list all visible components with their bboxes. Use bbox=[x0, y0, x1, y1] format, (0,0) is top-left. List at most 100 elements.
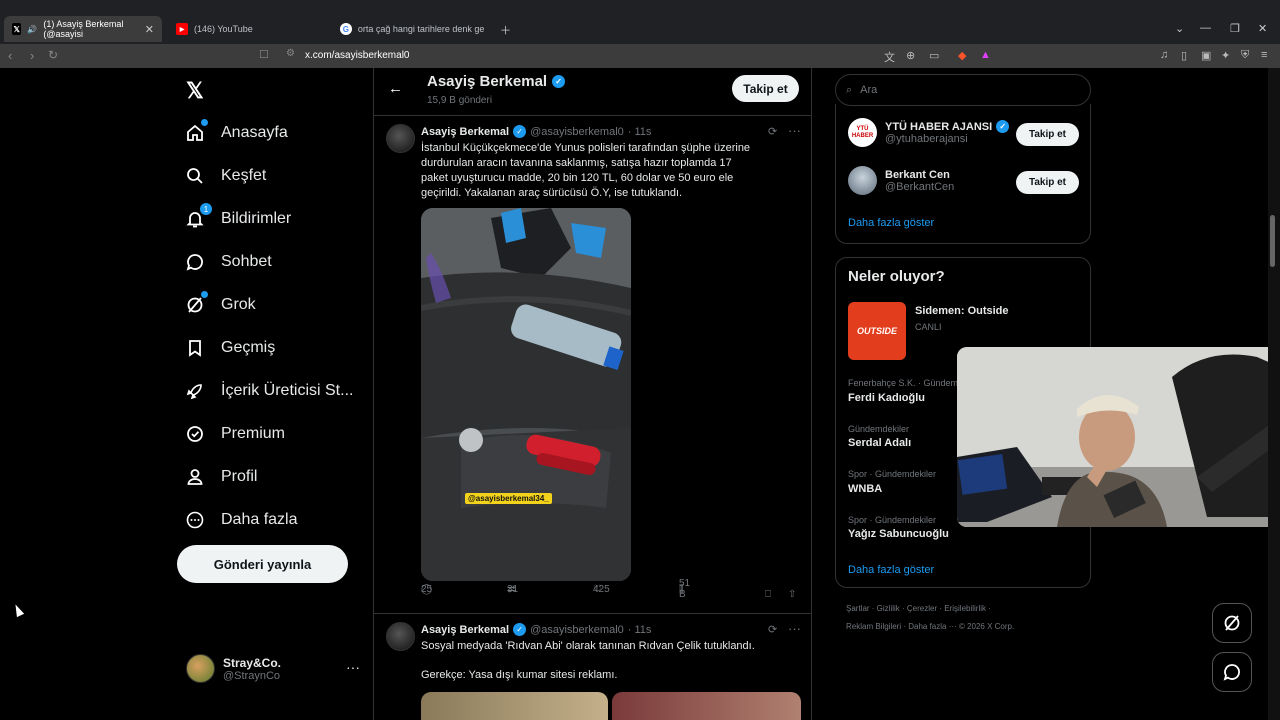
more-icon[interactable]: ··· bbox=[788, 123, 801, 138]
forward-icon[interactable]: › bbox=[30, 48, 34, 63]
grok-fab[interactable] bbox=[1212, 603, 1252, 643]
search-input[interactable]: ⌕ Ara bbox=[835, 74, 1091, 106]
nav-more[interactable]: Daha fazla bbox=[184, 509, 298, 531]
tweet-handle[interactable]: @asayisberkemal0 bbox=[530, 624, 624, 636]
home-icon bbox=[184, 119, 208, 144]
tab-google[interactable]: G orta çağ hangi tarihlere denk geliyor bbox=[332, 16, 492, 42]
footer-link[interactable]: Daha fazla ··· bbox=[908, 622, 956, 631]
tweet-time[interactable]: · 11s bbox=[628, 624, 652, 636]
trend-name[interactable]: Serdal Adalı bbox=[848, 437, 911, 449]
avatar bbox=[848, 166, 877, 195]
avatar[interactable] bbox=[386, 622, 415, 651]
wallet-icon[interactable]: ▣ bbox=[1201, 49, 1211, 62]
nav-explore[interactable]: Keşfet bbox=[184, 165, 266, 187]
translate-icon[interactable]: 文 bbox=[884, 49, 895, 65]
account-name: YTÜ HABER AJANSI bbox=[885, 120, 993, 133]
show-more-link[interactable]: Daha fazla göster bbox=[848, 217, 934, 229]
x-logo-icon[interactable]: 𝕏 bbox=[186, 78, 204, 104]
tweet-video[interactable]: @asayisberkemal34_ bbox=[421, 208, 631, 581]
live-thumbnail[interactable]: OUTSIDE bbox=[848, 302, 906, 360]
tweet-image[interactable] bbox=[612, 692, 801, 720]
trend-name[interactable]: Yağız Sabuncuoğlu bbox=[848, 528, 949, 540]
who-to-follow: YTÜ HABER YTÜ HABER AJANSI ✓ @ytuhaberajan… bbox=[835, 104, 1091, 244]
maximize-icon[interactable]: ❐ bbox=[1230, 22, 1240, 35]
nav-label: Daha fazla bbox=[221, 511, 298, 528]
close-window-icon[interactable]: ✕ bbox=[1258, 22, 1267, 35]
footer-link[interactable]: Reklam Bilgileri bbox=[846, 622, 901, 631]
follow-button[interactable]: Takip et bbox=[732, 75, 799, 102]
chat-icon bbox=[184, 251, 206, 273]
brave-shield-icon[interactable]: ◆ bbox=[958, 49, 966, 62]
like-count: 425 bbox=[593, 583, 610, 595]
share-icon[interactable]: ⇧ bbox=[788, 589, 796, 600]
tab-list-icon[interactable]: ⌄ bbox=[1175, 22, 1184, 35]
tweet-handle[interactable]: @asayisberkemal0 bbox=[530, 126, 624, 138]
nav-premium[interactable]: Premium bbox=[184, 423, 285, 445]
tweet-author[interactable]: Asayiş Berkemal bbox=[421, 126, 509, 138]
tweet[interactable]: Asayiş Berkemal ✓ @asayisberkemal0 · 11s… bbox=[374, 116, 811, 613]
more-icon[interactable]: ··· bbox=[788, 621, 801, 636]
site-info-icon[interactable]: ⚙ bbox=[286, 48, 295, 59]
follow-button[interactable]: Takip et bbox=[1016, 171, 1079, 194]
suggested-account[interactable]: Berkant Cen @BerkantCen bbox=[848, 166, 954, 195]
scrollbar[interactable] bbox=[1268, 68, 1280, 720]
footer-link[interactable]: Şartlar bbox=[846, 604, 870, 613]
grok-icon bbox=[1224, 615, 1240, 631]
audio-icon[interactable]: 🔊 bbox=[27, 25, 37, 34]
grok-icon[interactable]: ⟳ bbox=[768, 125, 777, 138]
trend-name[interactable]: WNBA bbox=[848, 483, 882, 495]
post-button[interactable]: Gönderi yayınla bbox=[177, 545, 348, 583]
footer-link[interactable]: Çerezler bbox=[907, 604, 937, 613]
more-icon[interactable]: ··· bbox=[346, 659, 360, 675]
leo-icon[interactable]: ✦ bbox=[1221, 49, 1230, 62]
nav-profile[interactable]: Profil bbox=[184, 466, 257, 488]
footer-link[interactable]: Erişilebilirlik bbox=[944, 604, 986, 613]
follow-button[interactable]: Takip et bbox=[1016, 123, 1079, 146]
account-switcher[interactable]: Stray&Co. @StraynCo ··· bbox=[186, 654, 360, 683]
zoom-icon[interactable]: ⊕ bbox=[906, 49, 915, 62]
nav-chat[interactable]: Sohbet bbox=[184, 251, 272, 273]
url-text[interactable]: x.com/asayisberkemal0 bbox=[305, 50, 409, 61]
tweet-image[interactable] bbox=[421, 692, 608, 720]
suggested-account[interactable]: YTÜ HABER YTÜ HABER AJANSI ✓ @ytuhaberajan… bbox=[848, 118, 1010, 147]
grok-icon[interactable]: ⟳ bbox=[768, 623, 777, 636]
tweet-header: Asayiş Berkemal ✓ @asayisberkemal0 · 11s bbox=[421, 125, 651, 138]
nav-creator-studio[interactable]: İçerik Üreticisi St... bbox=[184, 380, 353, 402]
tab-asayis[interactable]: 𝕏 🔊 (1) Asayiş Berkemal (@asayisi ✕ bbox=[4, 16, 162, 42]
sidebar-icon[interactable]: ▯ bbox=[1181, 49, 1187, 62]
messages-fab[interactable] bbox=[1212, 652, 1252, 692]
bookmark-icon[interactable]: ☐ bbox=[259, 48, 269, 61]
trend-name[interactable]: Ferdi Kadıoğlu bbox=[848, 392, 925, 404]
back-icon[interactable]: ‹ bbox=[8, 48, 12, 63]
minimize-icon[interactable]: — bbox=[1200, 22, 1211, 34]
reload-icon[interactable]: ↻ bbox=[48, 48, 58, 62]
cast-icon[interactable]: ▭ bbox=[929, 49, 939, 62]
vpn-icon[interactable]: ⛨ bbox=[1241, 49, 1249, 62]
bookmark-button[interactable]: ⎕ bbox=[765, 589, 771, 600]
new-tab-icon[interactable]: ＋ bbox=[500, 22, 511, 38]
menu-icon[interactable]: ≡ bbox=[1261, 49, 1267, 61]
close-tab-icon[interactable]: ✕ bbox=[145, 23, 154, 36]
tweet-time[interactable]: · 11s bbox=[628, 126, 652, 138]
webcam-frame bbox=[957, 347, 1280, 527]
nav-label: Sohbet bbox=[221, 253, 272, 270]
avatar[interactable] bbox=[386, 124, 415, 153]
verified-icon: ✓ bbox=[513, 125, 527, 138]
footer-link[interactable]: Gizlilik bbox=[877, 604, 900, 613]
tweet-author[interactable]: Asayiş Berkemal bbox=[421, 624, 509, 636]
google-favicon-icon: G bbox=[340, 23, 352, 35]
show-more-link[interactable]: Daha fazla göster bbox=[848, 564, 934, 576]
music-icon[interactable]: ♫ bbox=[1160, 49, 1168, 61]
scrollbar-thumb[interactable] bbox=[1270, 215, 1275, 267]
rewards-icon[interactable]: ▲ bbox=[980, 49, 991, 61]
nav-label: Geçmiş bbox=[221, 339, 276, 356]
live-title[interactable]: Sidemen: Outside bbox=[915, 305, 1009, 317]
tweet[interactable]: Asayiş Berkemal ✓ @asayisberkemal0 · 11s… bbox=[374, 614, 811, 720]
nav-grok[interactable]: Grok bbox=[184, 291, 256, 316]
search-icon: ⌕ bbox=[846, 83, 853, 96]
tab-youtube[interactable]: ▶ (146) YouTube bbox=[168, 16, 328, 42]
back-arrow-icon[interactable]: ← bbox=[388, 80, 403, 97]
nav-notifications[interactable]: 1 Bildirimler bbox=[184, 203, 291, 230]
nav-bookmarks[interactable]: Geçmiş bbox=[184, 337, 275, 359]
nav-home[interactable]: Anasayfa bbox=[184, 119, 288, 144]
